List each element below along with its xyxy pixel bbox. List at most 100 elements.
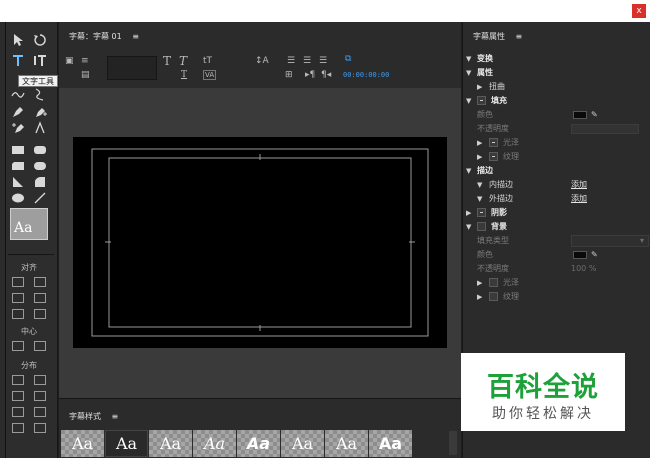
center-horizontal-button[interactable] [10,338,26,354]
sheen-checkbox[interactable] [489,138,498,147]
properties-menu-icon[interactable]: ≡ [516,32,523,41]
texture-row[interactable]: ▶ 纹理 [463,150,649,164]
align-bottom-button[interactable] [32,306,48,322]
selection-tool[interactable] [10,32,26,48]
align-top-button[interactable] [10,306,26,322]
tab-stops-icon[interactable]: ⊞ [285,70,293,80]
distribute-bottom-button[interactable] [32,404,48,420]
play-start-icon[interactable]: ▸¶ [305,70,315,80]
style-thumbnail[interactable]: Aa [369,430,412,457]
bg-texture-row[interactable]: ▶ 纹理 [463,290,649,304]
align-text-right-icon[interactable]: ☰ [319,56,327,66]
kerning-icon[interactable]: VA [203,70,217,80]
italic-type-icon[interactable]: T [179,54,187,68]
play-end-icon[interactable]: ¶◂ [321,70,331,80]
font-size-icon[interactable]: tT [203,56,212,66]
roll-crawl-icon[interactable]: ≡ [81,56,89,66]
rounded-rectangle-tool[interactable] [32,142,48,158]
expand-right-icon: ▶ [477,293,483,301]
rounded-corner-tool[interactable] [32,158,48,174]
align-vcenter-button[interactable] [32,274,48,290]
ellipse-tool[interactable] [10,190,26,206]
eyedropper-icon[interactable]: ✎ [591,108,598,122]
template-icon[interactable]: ▤ [81,70,90,80]
title-canvas[interactable] [73,137,447,348]
close-button[interactable]: x [632,4,646,18]
add-anchor-tool[interactable] [32,104,48,120]
timecode-readout[interactable]: 00:00:00:00 [343,71,389,79]
add-outer-stroke-link[interactable]: 添加 [571,192,587,206]
distort-row[interactable]: ▶ 扭曲 [463,80,649,94]
styles-menu-icon[interactable]: ≡ [112,412,119,421]
underline-type-icon[interactable]: T [181,70,187,80]
fill-checkbox[interactable] [477,96,486,105]
leading-icon[interactable]: ↕A [255,56,269,66]
shadow-row[interactable]: ▶ 阴影 [463,206,649,220]
bg-texture-checkbox[interactable] [489,292,498,301]
align-right-button[interactable] [32,290,48,306]
texture-checkbox[interactable] [489,152,498,161]
panel-menu-icon[interactable]: ≡ [132,32,139,41]
style-thumbnail[interactable]: Aa [61,430,104,457]
convert-anchor-tool[interactable] [32,120,48,136]
strokes-row[interactable]: ▼ 描边 [463,164,649,178]
wedge-tool[interactable] [10,174,26,190]
background-checkbox[interactable] [477,222,486,231]
distribute-right-button[interactable] [10,404,26,420]
clipped-corner-tool[interactable] [10,158,26,174]
center-vertical-button[interactable] [32,338,48,354]
bg-sheen-row[interactable]: ▶ 光泽 [463,276,649,290]
align-text-center-icon[interactable]: ☰ [303,56,311,66]
new-title-icon[interactable]: ▣ [65,56,74,66]
fill-row[interactable]: ▼ 填充 [463,94,649,108]
style-thumbnail[interactable]: Aa [193,430,236,457]
distribute-left-button[interactable] [10,372,26,388]
align-left-button[interactable] [10,274,26,290]
delete-anchor-tool[interactable] [10,120,26,136]
align-hcenter-button[interactable] [10,290,26,306]
styles-scrollbar[interactable] [449,431,457,455]
sheen-row[interactable]: ▶ 光泽 [463,136,649,150]
outer-stroke-row[interactable]: ▼ 外描边 添加 [463,192,649,206]
distribute-vcenter-button[interactable] [32,388,48,404]
style-thumbnail[interactable]: Aa [281,430,324,457]
add-inner-stroke-link[interactable]: 添加 [571,178,587,192]
distribute-even-v-button[interactable] [32,420,48,436]
eyedropper-icon[interactable]: ✎ [591,248,598,262]
distribute-top-button[interactable] [32,372,48,388]
style-thumbnail[interactable]: Aa [105,430,148,457]
font-family-select[interactable] [107,56,157,80]
distribute-hcenter-button[interactable] [10,388,26,404]
fill-opacity-field[interactable] [571,124,639,134]
vertical-path-type-tool[interactable] [32,86,48,102]
style-thumbnail[interactable]: Aa [325,430,368,457]
bg-color-swatch[interactable] [573,251,587,259]
vertical-type-tool[interactable] [32,52,48,68]
bg-opacity-value[interactable]: 100 % [571,262,596,276]
shadow-checkbox[interactable] [477,208,486,217]
transform-row[interactable]: ▼ 变换 [463,52,649,66]
bg-sheen-checkbox[interactable] [489,278,498,287]
background-row[interactable]: ▼ 背景 [463,220,649,234]
align-text-left-icon[interactable]: ☰ [287,56,295,66]
style-thumbnail[interactable]: Aa [237,430,280,457]
expand-right-icon: ▶ [477,83,483,91]
pen-tool[interactable] [10,104,26,120]
pen-minus-icon [12,123,24,133]
distribute-even-h-button[interactable] [10,420,26,436]
bold-type-icon[interactable]: T [163,54,171,68]
triangle-icon [13,177,23,187]
rectangle-tool[interactable] [10,142,26,158]
path-type-tool[interactable] [10,86,26,102]
fill-color-swatch[interactable] [573,111,587,119]
inner-stroke-row[interactable]: ▼ 内描边 添加 [463,178,649,192]
attributes-row[interactable]: ▼ 属性 [463,66,649,80]
style-swatch[interactable]: Aa [10,208,48,240]
style-thumbnail[interactable]: Aa [149,430,192,457]
type-tool[interactable] [10,52,26,68]
fill-type-dropdown[interactable] [571,234,649,248]
line-tool[interactable] [32,190,48,206]
rotation-tool[interactable] [32,32,48,48]
show-video-icon[interactable]: ⧉ [345,54,351,64]
arc-tool[interactable] [32,174,48,190]
